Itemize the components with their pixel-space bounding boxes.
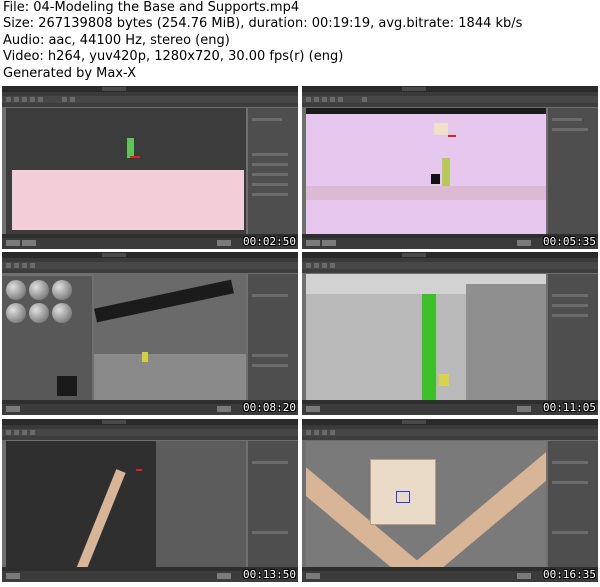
gray-wall-side (466, 284, 546, 400)
main-toolbar (2, 429, 298, 436)
main-toolbar (2, 96, 298, 103)
ground-band (306, 186, 546, 200)
dark-beam (94, 279, 234, 323)
file-size-line: Size: 267139808 bytes (254.76 MiB), dura… (3, 16, 523, 32)
command-panel (548, 274, 598, 400)
ribbon (2, 103, 298, 107)
command-panel (248, 108, 298, 234)
file-name-line: File: 04-Modeling the Base and Supports.… (3, 0, 300, 15)
material-sphere-icon[interactable] (6, 303, 26, 323)
viewport[interactable] (306, 108, 546, 234)
thumbnail-2[interactable]: 00:05:35 (302, 86, 598, 249)
yellow-block (439, 374, 449, 386)
green-column (127, 138, 134, 158)
yellow-pillar (442, 158, 450, 186)
timestamp: 00:11:05 (543, 401, 596, 414)
timestamp: 00:08:20 (243, 401, 296, 414)
gray-floor (94, 354, 246, 400)
material-sphere-icon[interactable] (29, 280, 49, 300)
material-editor-panel[interactable] (2, 276, 92, 400)
material-sphere-icon[interactable] (6, 280, 26, 300)
pink-ground-plane (12, 170, 244, 230)
command-panel (548, 108, 598, 234)
command-panel (248, 274, 298, 400)
viewport[interactable] (6, 441, 246, 567)
timestamp: 00:05:35 (543, 235, 596, 248)
horizon-strip (306, 108, 546, 114)
gizmo-box (396, 491, 410, 503)
main-toolbar (2, 262, 298, 269)
viewport[interactable] (6, 108, 246, 234)
green-support (422, 294, 436, 400)
ribbon (2, 436, 298, 440)
timestamp: 00:16:35 (543, 568, 596, 581)
command-panel (248, 441, 298, 567)
generator-line: Generated by Max-X (3, 65, 137, 81)
gizmo-axis (448, 135, 456, 137)
thumbnail-3[interactable]: 00:08:20 (2, 252, 298, 415)
black-block (431, 174, 440, 184)
command-panel (548, 441, 598, 567)
wooden-leg (75, 469, 126, 567)
material-sphere-icon[interactable] (29, 303, 49, 323)
ribbon (302, 103, 598, 107)
main-toolbar (302, 429, 598, 436)
material-sphere-icon[interactable] (52, 280, 72, 300)
video-info-line: Video: h264, yuv420p, 1280x720, 30.00 fp… (3, 49, 344, 65)
ribbon (302, 436, 598, 440)
ribbon (302, 269, 598, 273)
timestamp: 00:02:50 (243, 235, 296, 248)
thumbnail-1[interactable]: 00:02:50 (2, 86, 298, 249)
gizmo-axis (130, 156, 140, 158)
main-toolbar (302, 96, 598, 103)
viewport[interactable] (94, 274, 246, 400)
material-preview (57, 376, 77, 396)
thumbnail-4[interactable]: 00:11:05 (302, 252, 598, 415)
thumbnail-5[interactable]: 00:13:50 (2, 419, 298, 582)
ribbon (2, 269, 298, 273)
gizmo-axis (136, 469, 142, 471)
thumbnail-6[interactable]: 00:16:35 (302, 419, 598, 582)
gray-panel (156, 441, 246, 567)
reference-plate (434, 123, 448, 135)
material-sphere-icon[interactable] (52, 303, 72, 323)
viewport[interactable] (306, 441, 546, 567)
viewport[interactable] (306, 274, 546, 400)
timestamp: 00:13:50 (243, 568, 296, 581)
audio-info-line: Audio: aac, 44100 Hz, stereo (eng) (3, 32, 230, 48)
yellow-object (142, 352, 148, 362)
main-toolbar (302, 262, 598, 269)
info-header: File: 04-Modeling the Base and Supports.… (0, 0, 600, 84)
